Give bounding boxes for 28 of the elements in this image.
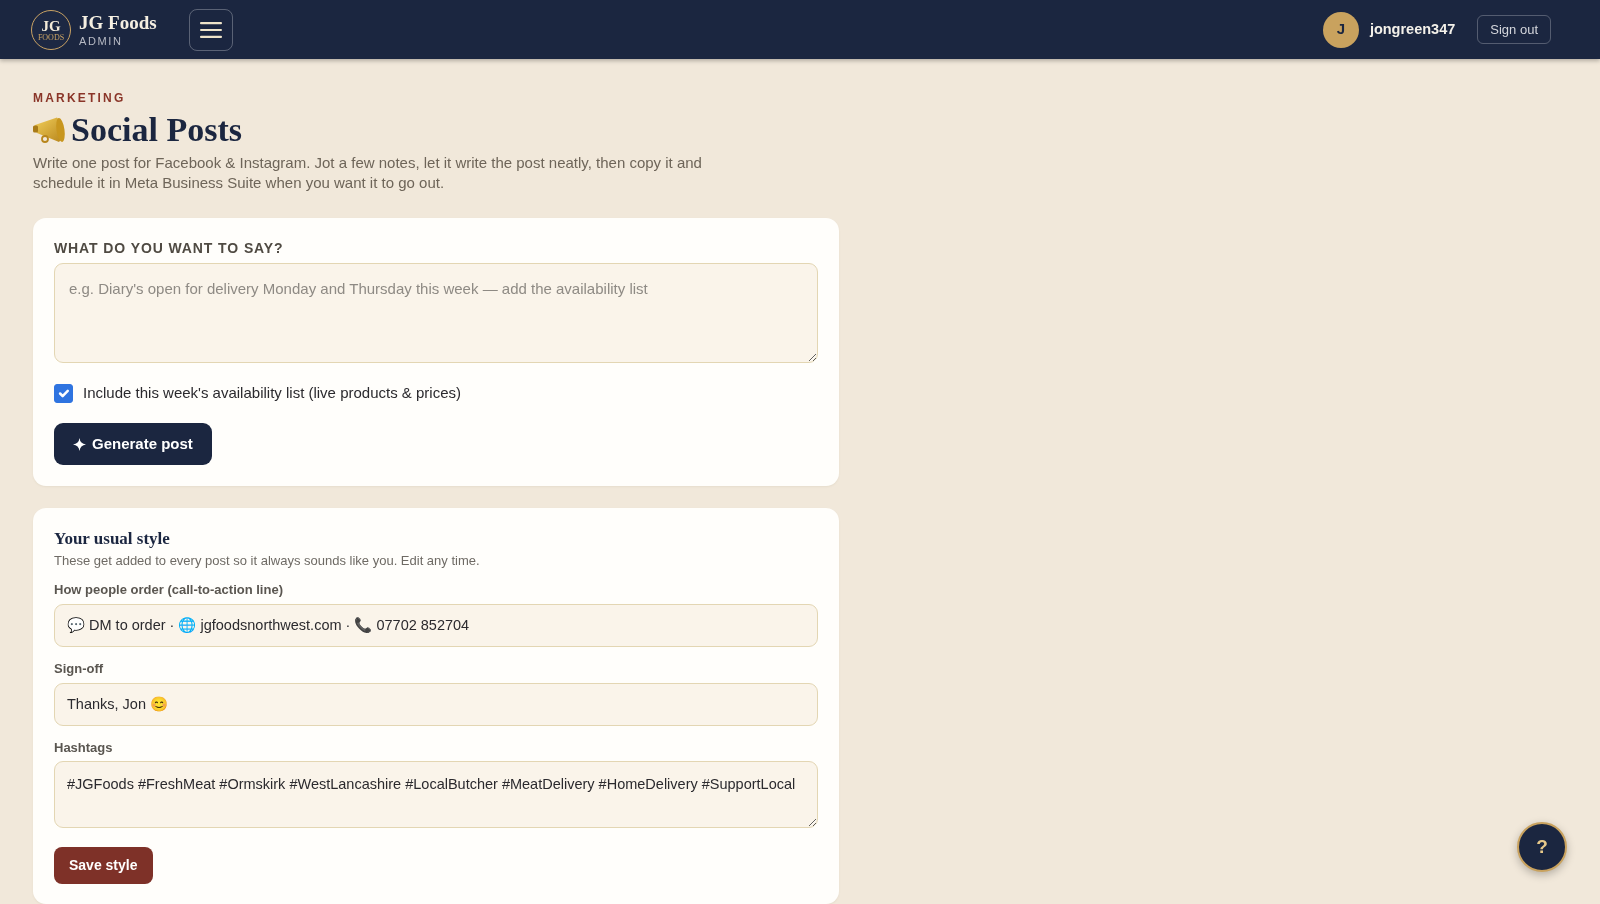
message-textarea[interactable]: e.g. Diary's open for delivery Monday and Thursday this week — add the availability list — [54, 263, 818, 363]
brand-subtitle: ADMIN — [79, 33, 123, 48]
checkbox[interactable] — [54, 383, 73, 403]
sparkle-icon — [73, 437, 86, 451]
megaphone-icon — [33, 116, 67, 144]
menu-icon — [199, 21, 222, 38]
field-label: How people order (call-to-action line) — [54, 582, 283, 598]
card-title: Your usual style — [54, 528, 170, 550]
generate-post-button[interactable]: Generate post — [54, 423, 212, 465]
checkbox-label: Include this week's availability list (live products & prices) — [83, 383, 461, 403]
field-label: Sign-off — [54, 661, 104, 677]
username: jongreen347 — [1369, 19, 1456, 39]
logo-monogram: JG — [41, 18, 61, 34]
sign-out-button[interactable]: Sign out — [1477, 15, 1551, 44]
text-input[interactable]: Thanks, Jon 😊 — [54, 683, 818, 726]
section-label: WHAT DO YOU WANT TO SAY? — [54, 240, 284, 257]
help-button[interactable]: ? — [1517, 822, 1567, 872]
user-avatar: J — [1322, 11, 1359, 48]
hashtags-textarea[interactable]: #JGFoods #FreshMeat #Ormskirk #WestLancashire #LocalButcher #MeatDelivery #HomeDelivery #SupportLocal — [54, 761, 818, 828]
page-description: Write one post for Facebook & Instagram. Jot a few notes, let it write the post neatly, then copy it and schedule it in Meta Business Suite when you want it to go out. — [33, 153, 703, 193]
brand-name: JG Foods — [79, 11, 157, 33]
page-title: Social Posts — [71, 110, 242, 150]
field-label: Hashtags — [54, 740, 113, 756]
card-subtitle: These get added to every post so it always sounds like you. Edit any time. — [54, 552, 480, 570]
section-eyebrow: MARKETING — [33, 91, 126, 105]
menu-button[interactable] — [188, 8, 233, 51]
logo-subtext: FOODS — [37, 33, 65, 42]
save-style-button[interactable]: Save style — [54, 847, 153, 884]
